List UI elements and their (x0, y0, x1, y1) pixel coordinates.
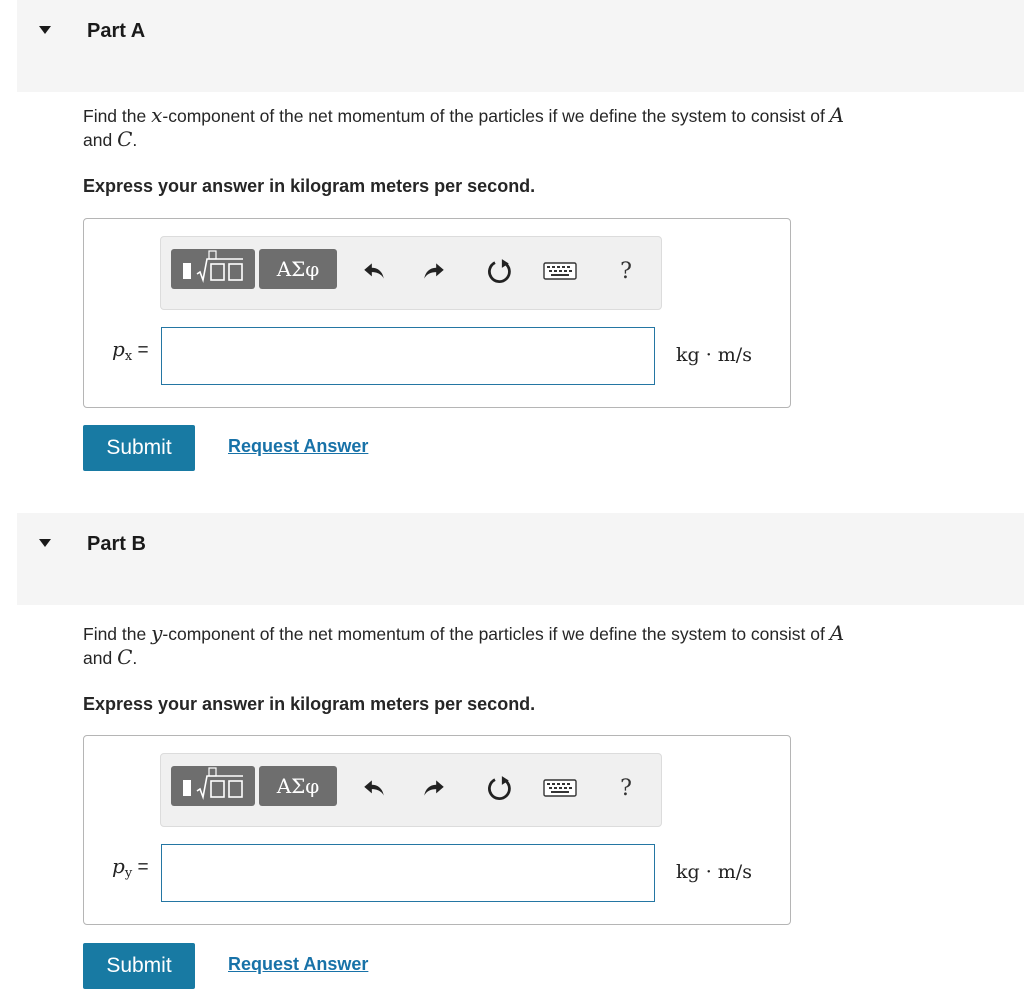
reset-icon[interactable] (483, 768, 517, 808)
var-symbol: p (112, 854, 125, 878)
answer-variable-label: px = (112, 337, 149, 364)
question-text: . (132, 130, 138, 150)
keyboard-icon[interactable] (543, 768, 577, 808)
undo-icon[interactable] (357, 251, 391, 291)
symbols-button[interactable]: ΑΣφ (259, 249, 337, 289)
units-label: kg · m/s (676, 861, 752, 883)
question-text: Find the (83, 624, 152, 644)
submit-button[interactable]: Submit (83, 943, 195, 989)
px-answer-input[interactable] (161, 327, 655, 385)
templates-icon (183, 767, 243, 800)
part-b-instruction: Express your answer in kilogram meters p… (83, 694, 536, 714)
question-text: -component of the net momentum of the pa… (162, 106, 830, 126)
question-text: . (132, 648, 138, 668)
part-b-question: Find the y-component of the net momentum… (83, 622, 1013, 670)
part-a-instruction: Express your answer in kilogram meters p… (83, 176, 536, 196)
math-toolbar: ΑΣφ ? (160, 236, 662, 310)
math-toolbar: ΑΣφ ? (160, 753, 662, 827)
request-answer-link[interactable]: Request Answer (228, 954, 368, 975)
equals-sign: = (137, 340, 149, 361)
reset-icon[interactable] (483, 251, 517, 291)
py-answer-input[interactable] (161, 844, 655, 902)
undo-icon[interactable] (357, 768, 391, 808)
part-b-header[interactable]: Part B (17, 513, 1024, 605)
part-a-header[interactable]: Part A (17, 0, 1024, 92)
templates-button[interactable] (171, 766, 255, 806)
submit-button[interactable]: Submit (83, 425, 195, 471)
part-b-answer-box: ΑΣφ ? py = kg · m/s (83, 735, 791, 925)
symbols-button[interactable]: ΑΣφ (259, 766, 337, 806)
question-var-a: A (829, 621, 845, 645)
redo-icon[interactable] (417, 768, 451, 808)
equals-sign: = (137, 857, 149, 878)
var-symbol: p (112, 337, 125, 361)
question-text: and (83, 648, 118, 668)
question-var-c: C (117, 127, 133, 151)
collapse-caret-icon[interactable] (39, 26, 51, 34)
help-icon[interactable]: ? (609, 768, 643, 808)
var-subscript: y (124, 866, 133, 881)
question-text: -component of the net momentum of the pa… (162, 624, 830, 644)
question-text: Find the (83, 106, 152, 126)
part-a-title[interactable]: Part A (87, 20, 145, 43)
question-var-y: y (151, 621, 163, 645)
part-a-answer-box: ΑΣφ ? px = kg · m/s (83, 218, 791, 408)
keyboard-icon[interactable] (543, 251, 577, 291)
question-var-x: x (151, 103, 163, 127)
part-a-question: Find the x-component of the net momentum… (83, 104, 1013, 152)
templates-button[interactable] (171, 249, 255, 289)
part-b-title[interactable]: Part B (87, 533, 146, 556)
question-text: and (83, 130, 118, 150)
templates-icon (183, 250, 243, 283)
units-label: kg · m/s (676, 344, 752, 366)
answer-variable-label: py = (112, 854, 149, 881)
collapse-caret-icon[interactable] (39, 539, 51, 547)
redo-icon[interactable] (417, 251, 451, 291)
help-icon[interactable]: ? (609, 251, 643, 291)
question-var-a: A (829, 103, 845, 127)
var-subscript: x (124, 349, 133, 364)
request-answer-link[interactable]: Request Answer (228, 436, 368, 457)
question-var-c: C (117, 645, 133, 669)
